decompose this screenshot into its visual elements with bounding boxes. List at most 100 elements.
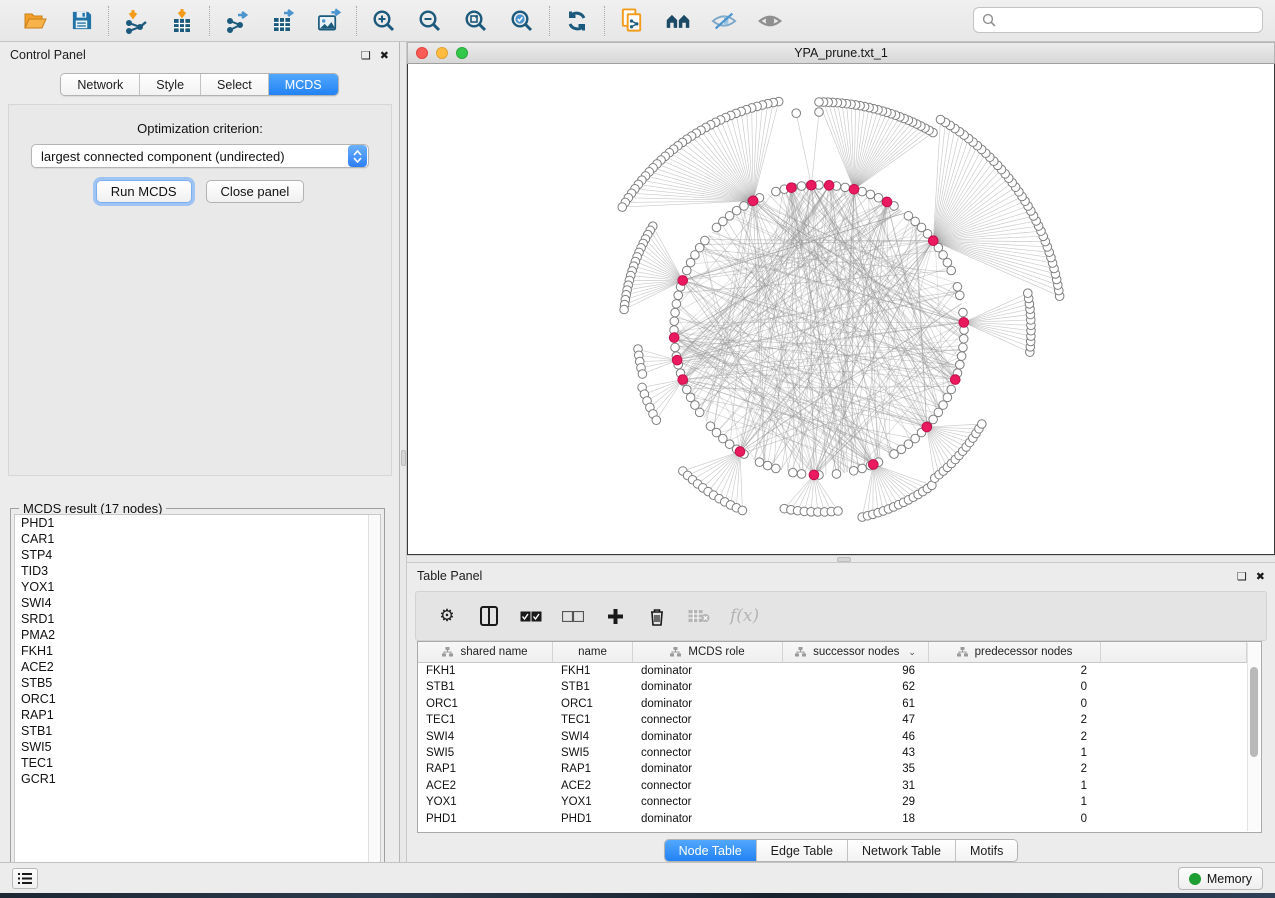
graph-node[interactable] bbox=[671, 308, 680, 317]
graph-node[interactable] bbox=[849, 466, 858, 475]
cell-successor_nodes[interactable]: 43 bbox=[783, 745, 929, 761]
cell-shared_name[interactable]: RAP1 bbox=[418, 761, 553, 777]
cell-empty[interactable] bbox=[1101, 811, 1247, 827]
graph-node[interactable] bbox=[947, 266, 956, 275]
mcds-result-item[interactable]: CAR1 bbox=[15, 531, 380, 547]
graph-node[interactable] bbox=[763, 461, 772, 470]
graph-node[interactable] bbox=[943, 393, 952, 402]
graph-hub-node[interactable] bbox=[678, 375, 688, 385]
table-row[interactable]: STB1STB1dominator620 bbox=[418, 679, 1247, 695]
graph-hub-node[interactable] bbox=[672, 355, 682, 365]
graph-satellite-node[interactable] bbox=[792, 109, 801, 118]
clone-network-icon[interactable] bbox=[619, 8, 645, 34]
graph-node[interactable] bbox=[672, 300, 681, 309]
graph-node[interactable] bbox=[712, 223, 721, 232]
graph-satellite-node[interactable] bbox=[815, 108, 824, 117]
graph-hub-node[interactable] bbox=[928, 236, 938, 246]
graph-node[interactable] bbox=[832, 470, 841, 479]
cell-successor_nodes[interactable]: 29 bbox=[783, 794, 929, 810]
cell-shared_name[interactable]: ORC1 bbox=[418, 696, 553, 712]
table-row[interactable]: FKH1FKH1dominator962 bbox=[418, 663, 1247, 679]
graph-hub-node[interactable] bbox=[882, 197, 892, 207]
graph-hub-node[interactable] bbox=[807, 180, 817, 190]
cell-shared_name[interactable]: PHD1 bbox=[418, 811, 553, 827]
mcds-result-item[interactable]: STB1 bbox=[15, 723, 380, 739]
cell-mcds_role[interactable]: dominator bbox=[633, 811, 783, 827]
cell-successor_nodes[interactable]: 62 bbox=[783, 679, 929, 695]
mcds-result-item[interactable]: SWI4 bbox=[15, 595, 380, 611]
cell-empty[interactable] bbox=[1101, 729, 1247, 745]
graph-satellite-node[interactable] bbox=[815, 98, 824, 107]
graph-satellite-node[interactable] bbox=[978, 420, 987, 429]
graph-node[interactable] bbox=[955, 360, 964, 369]
mcds-result-item[interactable]: PMA2 bbox=[15, 627, 380, 643]
unselect-all-checkboxes-icon[interactable] bbox=[562, 604, 584, 628]
graph-node[interactable] bbox=[670, 317, 679, 326]
tab-motifs[interactable]: Motifs bbox=[956, 840, 1017, 861]
table-settings-gear-icon[interactable]: ⚙ bbox=[436, 604, 458, 628]
graph-node[interactable] bbox=[955, 291, 964, 300]
cell-name[interactable]: PHD1 bbox=[553, 811, 633, 827]
graph-node[interactable] bbox=[686, 258, 695, 267]
first-neighbors-icon[interactable] bbox=[665, 8, 691, 34]
column-header-predecessor-nodes[interactable]: predecessor nodes bbox=[929, 642, 1101, 663]
table-row[interactable]: ACE2ACE2connector311 bbox=[418, 778, 1247, 794]
table-row[interactable]: TEC1TEC1connector472 bbox=[418, 712, 1247, 728]
graph-node[interactable] bbox=[755, 458, 764, 467]
mcds-result-item[interactable]: YOX1 bbox=[15, 579, 380, 595]
cell-name[interactable]: TEC1 bbox=[553, 712, 633, 728]
graph-node[interactable] bbox=[789, 468, 798, 477]
cell-name[interactable]: SWI4 bbox=[553, 729, 633, 745]
mcds-result-item[interactable]: FKH1 bbox=[15, 643, 380, 659]
save-session-icon[interactable] bbox=[68, 8, 94, 34]
cell-successor_nodes[interactable]: 61 bbox=[783, 696, 929, 712]
function-builder-icon[interactable]: f(x) bbox=[730, 604, 759, 628]
cell-name[interactable]: FKH1 bbox=[553, 663, 633, 679]
optimization-criterion-dropdown[interactable]: largest connected component (undirected) bbox=[31, 144, 369, 168]
cell-empty[interactable] bbox=[1101, 663, 1247, 679]
search-input[interactable] bbox=[1002, 13, 1254, 27]
cell-successor_nodes[interactable]: 31 bbox=[783, 778, 929, 794]
cell-mcds_role[interactable]: dominator bbox=[633, 696, 783, 712]
cell-predecessor_nodes[interactable]: 1 bbox=[929, 794, 1101, 810]
cell-successor_nodes[interactable]: 46 bbox=[783, 729, 929, 745]
column-header-MCDS-role[interactable]: MCDS role bbox=[633, 642, 783, 663]
tab-node-table[interactable]: Node Table bbox=[665, 840, 757, 861]
cell-predecessor_nodes[interactable]: 2 bbox=[929, 761, 1101, 777]
tab-edge-table[interactable]: Edge Table bbox=[757, 840, 848, 861]
horizontal-splitter[interactable] bbox=[407, 555, 1275, 563]
graph-node[interactable] bbox=[772, 464, 781, 473]
mcds-result-item[interactable]: STP4 bbox=[15, 547, 380, 563]
cell-empty[interactable] bbox=[1101, 761, 1247, 777]
import-network-icon[interactable] bbox=[123, 8, 149, 34]
graph-node[interactable] bbox=[671, 343, 680, 352]
graph-hub-node[interactable] bbox=[869, 460, 879, 470]
splitter-grip[interactable] bbox=[401, 450, 406, 466]
network-canvas[interactable] bbox=[407, 64, 1275, 555]
cell-name[interactable]: YOX1 bbox=[553, 794, 633, 810]
cell-empty[interactable] bbox=[1101, 794, 1247, 810]
cell-predecessor_nodes[interactable]: 0 bbox=[929, 679, 1101, 695]
graph-hub-node[interactable] bbox=[678, 276, 688, 286]
cell-name[interactable]: SWI5 bbox=[553, 745, 633, 761]
graph-node[interactable] bbox=[957, 352, 966, 361]
cell-predecessor_nodes[interactable]: 2 bbox=[929, 729, 1101, 745]
mcds-result-item[interactable]: ORC1 bbox=[15, 691, 380, 707]
graph-node[interactable] bbox=[953, 283, 962, 292]
close-panel-icon[interactable]: ✖ bbox=[380, 49, 389, 62]
delete-column-icon[interactable] bbox=[646, 604, 668, 628]
graph-node[interactable] bbox=[797, 182, 806, 191]
graph-node[interactable] bbox=[682, 385, 691, 394]
cell-mcds_role[interactable]: dominator bbox=[633, 729, 783, 745]
tab-mcds[interactable]: MCDS bbox=[269, 74, 338, 95]
mcds-result-item[interactable]: SWI5 bbox=[15, 739, 380, 755]
table-row[interactable]: RAP1RAP1dominator352 bbox=[418, 761, 1247, 777]
cell-shared_name[interactable]: SWI5 bbox=[418, 745, 553, 761]
cell-predecessor_nodes[interactable]: 0 bbox=[929, 811, 1101, 827]
cell-mcds_role[interactable]: connector bbox=[633, 778, 783, 794]
export-table-icon[interactable] bbox=[270, 8, 296, 34]
cell-mcds_role[interactable]: dominator bbox=[633, 679, 783, 695]
mcds-result-item[interactable]: RAP1 bbox=[15, 707, 380, 723]
table-row[interactable]: PHD1PHD1dominator180 bbox=[418, 811, 1247, 827]
zoom-selected-icon[interactable] bbox=[509, 8, 535, 34]
